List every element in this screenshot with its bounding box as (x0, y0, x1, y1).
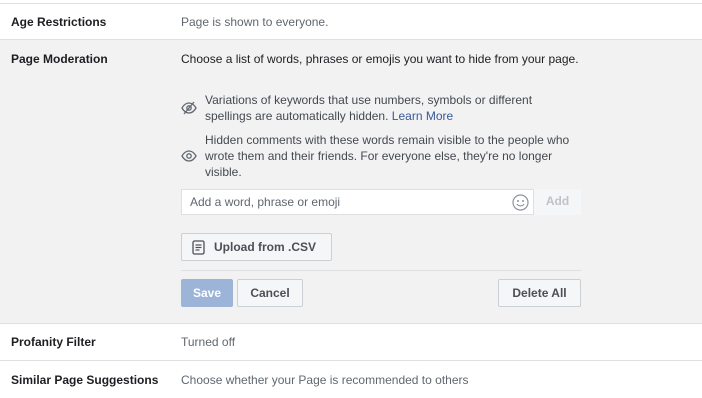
similar-page-suggestions-value: Choose whether your Page is recommended … (181, 373, 469, 387)
profanity-filter-value: Turned off (181, 335, 236, 349)
hidden-comments-info: Hidden comments with these words remain … (181, 132, 581, 179)
hidden-comments-info-text: Hidden comments with these words remain … (205, 133, 570, 179)
delete-all-button[interactable]: Delete All (498, 279, 581, 307)
keyword-input-group: Add (181, 189, 581, 215)
upload-csv-button[interactable]: Upload from .CSV (181, 233, 332, 261)
profanity-filter-label: Profanity Filter (11, 335, 96, 349)
keyword-input[interactable] (182, 190, 502, 214)
similar-page-suggestions-label: Similar Page Suggestions (11, 373, 159, 387)
eye-icon (181, 150, 197, 162)
save-button[interactable]: Save (181, 279, 233, 307)
setting-row-profanity-filter[interactable]: Profanity Filter Turned off (0, 324, 702, 361)
add-keyword-button[interactable]: Add (533, 189, 581, 215)
age-restrictions-label: Age Restrictions (11, 15, 107, 29)
variations-info: Variations of keywords that use numbers,… (181, 92, 581, 126)
actions-divider (181, 270, 581, 271)
document-icon (192, 240, 205, 255)
page-moderation-label: Page Moderation (11, 52, 108, 66)
cancel-button[interactable]: Cancel (237, 279, 303, 307)
page-moderation-description: Choose a list of words, phrases or emoji… (181, 52, 579, 66)
age-restrictions-value: Page is shown to everyone. (181, 15, 329, 29)
emoji-icon[interactable] (512, 194, 529, 211)
setting-row-page-moderation: Page Moderation Choose a list of words, … (0, 40, 702, 324)
setting-row-similar-page-suggestions[interactable]: Similar Page Suggestions Choose whether … (0, 361, 702, 398)
eye-slash-icon (181, 101, 197, 115)
learn-more-link[interactable]: Learn More (392, 109, 453, 123)
variations-info-text: Variations of keywords that use numbers,… (205, 93, 533, 123)
setting-row-age-restrictions[interactable]: Age Restrictions Page is shown to everyo… (0, 3, 702, 40)
upload-csv-label: Upload from .CSV (214, 240, 317, 254)
